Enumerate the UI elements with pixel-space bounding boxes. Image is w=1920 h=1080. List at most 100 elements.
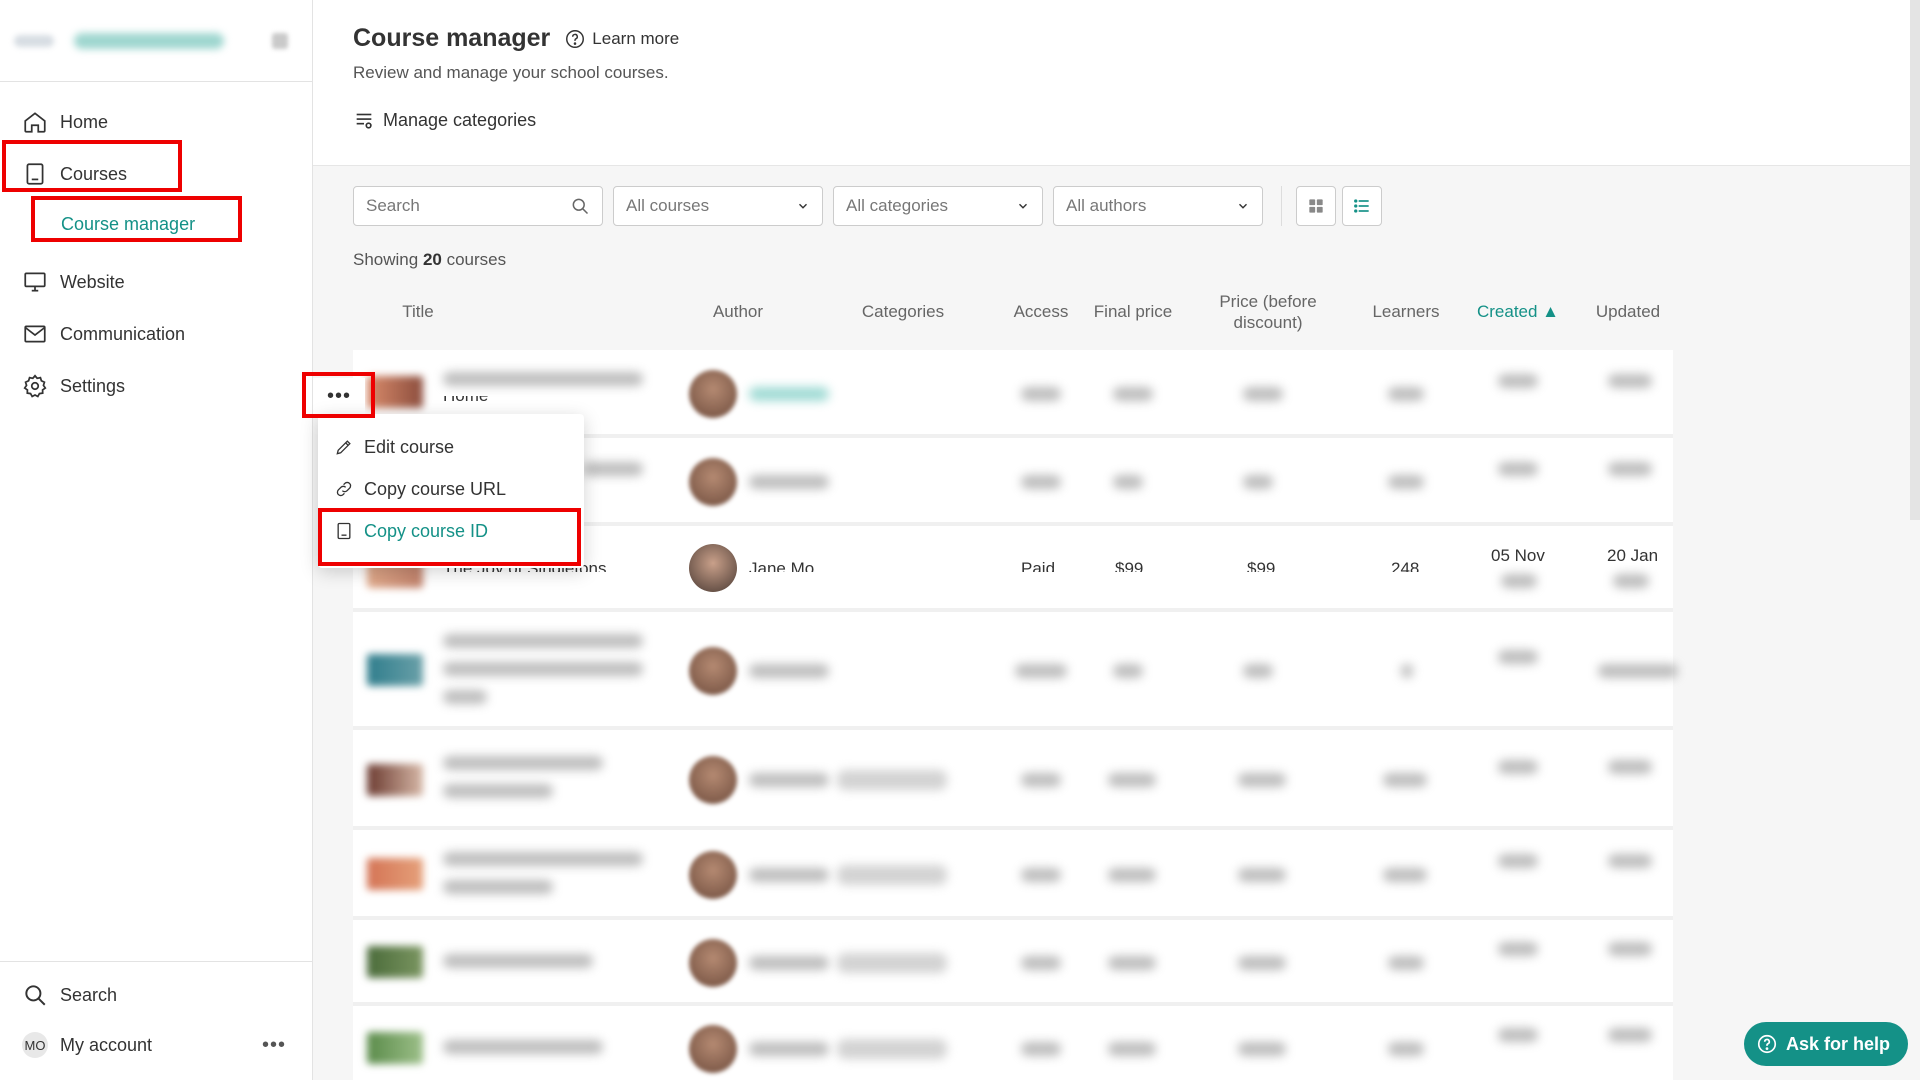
page-scrollbar[interactable] [1910,0,1920,520]
menu-copy-course-id[interactable]: Copy course ID [318,510,584,552]
sidebar-item-settings[interactable]: Settings [0,360,312,412]
author-name-blurred [749,664,829,678]
table-row[interactable] [353,830,1673,920]
sidebar-item-label: Communication [60,323,186,344]
course-thumbnail [367,1032,423,1064]
course-thumbnail [367,858,423,890]
final-price-blurred [1108,868,1156,882]
results-count: Showing 20 courses [313,226,1920,270]
author-name-blurred [749,1042,829,1056]
access-blurred [1021,1042,1061,1056]
final-price-blurred [1113,475,1143,489]
col-price-before-discount[interactable]: Price (before discount) [1203,284,1333,340]
menu-item-label: Edit course [364,436,455,457]
learners-blurred [1388,475,1424,489]
categories-filter-select[interactable]: All categories [833,186,1043,226]
col-access[interactable]: Access [1001,284,1081,340]
course-search-input[interactable]: Search [353,186,603,226]
grid-view-button[interactable] [1296,186,1336,226]
account-label: My account [60,1034,153,1055]
category-chip-blurred [837,770,947,790]
sidebar-item-courses[interactable]: Courses [0,148,312,200]
table-row[interactable] [353,730,1673,830]
learners-blurred [1388,956,1424,970]
author-avatar [689,647,737,695]
chevron-down-icon [799,203,807,209]
collapse-sidebar-icon[interactable] [272,32,288,49]
author-name[interactable]: Jane Mo... [749,556,828,572]
list-view-button[interactable] [1342,186,1382,226]
sidebar-item-label: Website [60,271,125,292]
access-value: Paid [1021,559,1056,572]
author-avatar [689,851,737,899]
filter-toolbar: Search All courses All categories All au… [313,166,1920,226]
account-avatar: MO [22,1032,48,1058]
price-before-blurred [1243,475,1273,489]
author-name-blurred [749,475,829,489]
col-created-sorted[interactable]: Created ▲ [1463,284,1573,340]
sidebar-subitem-course-manager[interactable]: Course manager [0,200,312,248]
final-price-blurred [1113,664,1143,678]
learners-blurred [1383,868,1427,882]
updated-blurred [1608,462,1652,476]
learners-value: 248 [1391,559,1420,572]
col-author[interactable]: Author [673,284,803,340]
updated-blurred [1608,1028,1652,1042]
menu-edit-course[interactable]: Edit course [318,426,584,468]
final-price-value: $99 [1115,559,1144,572]
author-name-blurred [749,956,829,970]
author-name-blurred [749,868,829,882]
help-circle-icon [1757,1034,1777,1054]
menu-copy-course-url[interactable]: Copy course URL [318,468,584,510]
home-icon [24,112,46,133]
manage-categories-button[interactable]: Manage categories [353,109,1880,131]
sidebar: Home Courses Course manager Website Comm… [0,0,313,1080]
created-blurred [1498,942,1538,956]
course-title-blurred [443,634,643,648]
row-more-actions-button[interactable]: ••• [313,378,365,414]
course-title-blurred [443,880,553,894]
learn-more-link[interactable]: Learn more [564,28,679,50]
monitor-icon [24,272,46,292]
sidebar-nav: Home Courses Course manager Website Comm… [0,82,312,412]
access-blurred [1015,664,1067,678]
sidebar-search[interactable]: Search [0,970,312,1020]
sidebar-item-home[interactable]: Home [0,96,312,148]
author-avatar [689,370,737,418]
gear-icon [23,374,47,398]
results-suffix: courses [441,250,507,269]
col-title[interactable]: Title [353,284,483,340]
access-blurred [1021,773,1061,787]
filter-list-icon [356,113,372,129]
sidebar-item-website[interactable]: Website [0,256,312,308]
col-categories[interactable]: Categories [843,284,963,340]
course-title-fragment: Home [443,396,488,410]
price-before-blurred [1238,773,1286,787]
courses-filter-select[interactable]: All courses [613,186,823,226]
school-logo[interactable] [14,34,54,47]
updated-value: 20 Jan [1607,546,1659,565]
account-more-icon[interactable]: ••• [262,1034,286,1057]
my-account[interactable]: MO My account ••• [0,1020,312,1070]
sidebar-search-label: Search [60,984,118,1005]
col-updated[interactable]: Updated [1573,284,1683,340]
table-row[interactable] [353,612,1678,730]
col-learners[interactable]: Learners [1351,284,1461,340]
menu-item-label: Copy course URL [364,478,507,499]
updated-year-blurred [1613,574,1649,588]
grid-icon [1309,199,1323,213]
courses-filter-value: All courses [626,196,710,215]
author-avatar [689,458,737,506]
learn-more-label: Learn more [592,28,680,48]
sidebar-item-communication[interactable]: Communication [0,308,312,360]
authors-filter-select[interactable]: All authors [1053,186,1263,226]
table-row[interactable] [353,920,1673,1006]
author-avatar [689,939,737,987]
col-final-price[interactable]: Final price [1093,284,1173,340]
course-thumbnail [367,946,423,978]
author-name-blurred[interactable] [749,387,829,401]
created-blurred [1498,760,1538,774]
school-name[interactable] [74,32,224,49]
table-row[interactable] [353,1006,1673,1080]
ask-for-help-button[interactable]: Ask for help [1743,1022,1908,1066]
